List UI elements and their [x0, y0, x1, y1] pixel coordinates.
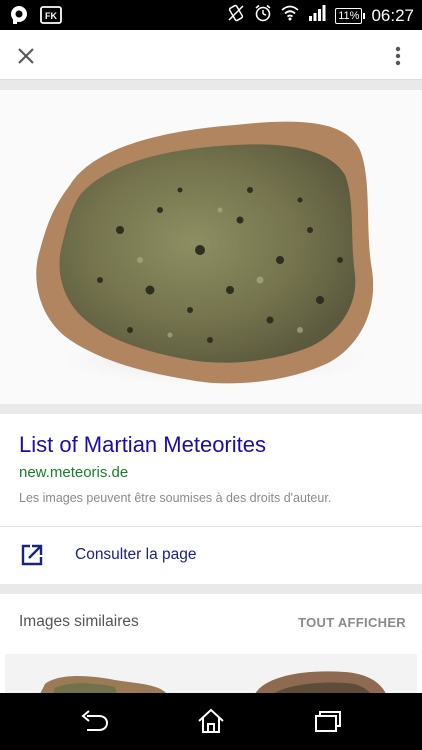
result-info-card: List of Martian Meteorites new.meteoris.…: [0, 414, 422, 584]
result-image[interactable]: [0, 90, 422, 404]
signal-icon: [308, 5, 326, 26]
similar-images-card: Images similaires TOUT AFFICHER: [0, 594, 422, 704]
status-bar: FK 11% 06:27: [0, 0, 422, 30]
home-icon[interactable]: [194, 707, 228, 735]
svg-text:FK: FK: [45, 11, 57, 21]
copyright-note: Les images peuvent être soumises à des d…: [19, 491, 332, 505]
open-page-label: Consulter la page: [75, 546, 197, 563]
recent-apps-icon[interactable]: [311, 707, 345, 735]
navigation-bar: [0, 693, 422, 750]
app-bar: [0, 30, 422, 80]
fk-app-icon: FK: [40, 6, 62, 29]
result-title-link[interactable]: List of Martian Meteorites: [19, 432, 266, 458]
battery-icon: 11%: [335, 7, 366, 24]
more-vert-icon[interactable]: [386, 42, 410, 70]
result-url[interactable]: new.meteoris.de: [19, 464, 128, 481]
clock: 06:27: [371, 5, 414, 25]
chat-notification-icon: [10, 5, 30, 30]
similar-images-title: Images similaires: [19, 613, 139, 630]
open-page-button[interactable]: Consulter la page: [0, 527, 422, 584]
open-in-new-icon: [20, 543, 44, 572]
back-icon[interactable]: [77, 707, 111, 735]
show-all-button[interactable]: TOUT AFFICHER: [298, 615, 406, 630]
vibrate-icon: [227, 4, 245, 27]
wifi-icon: [281, 5, 299, 26]
close-icon[interactable]: [12, 42, 40, 70]
alarm-icon: [254, 4, 272, 27]
